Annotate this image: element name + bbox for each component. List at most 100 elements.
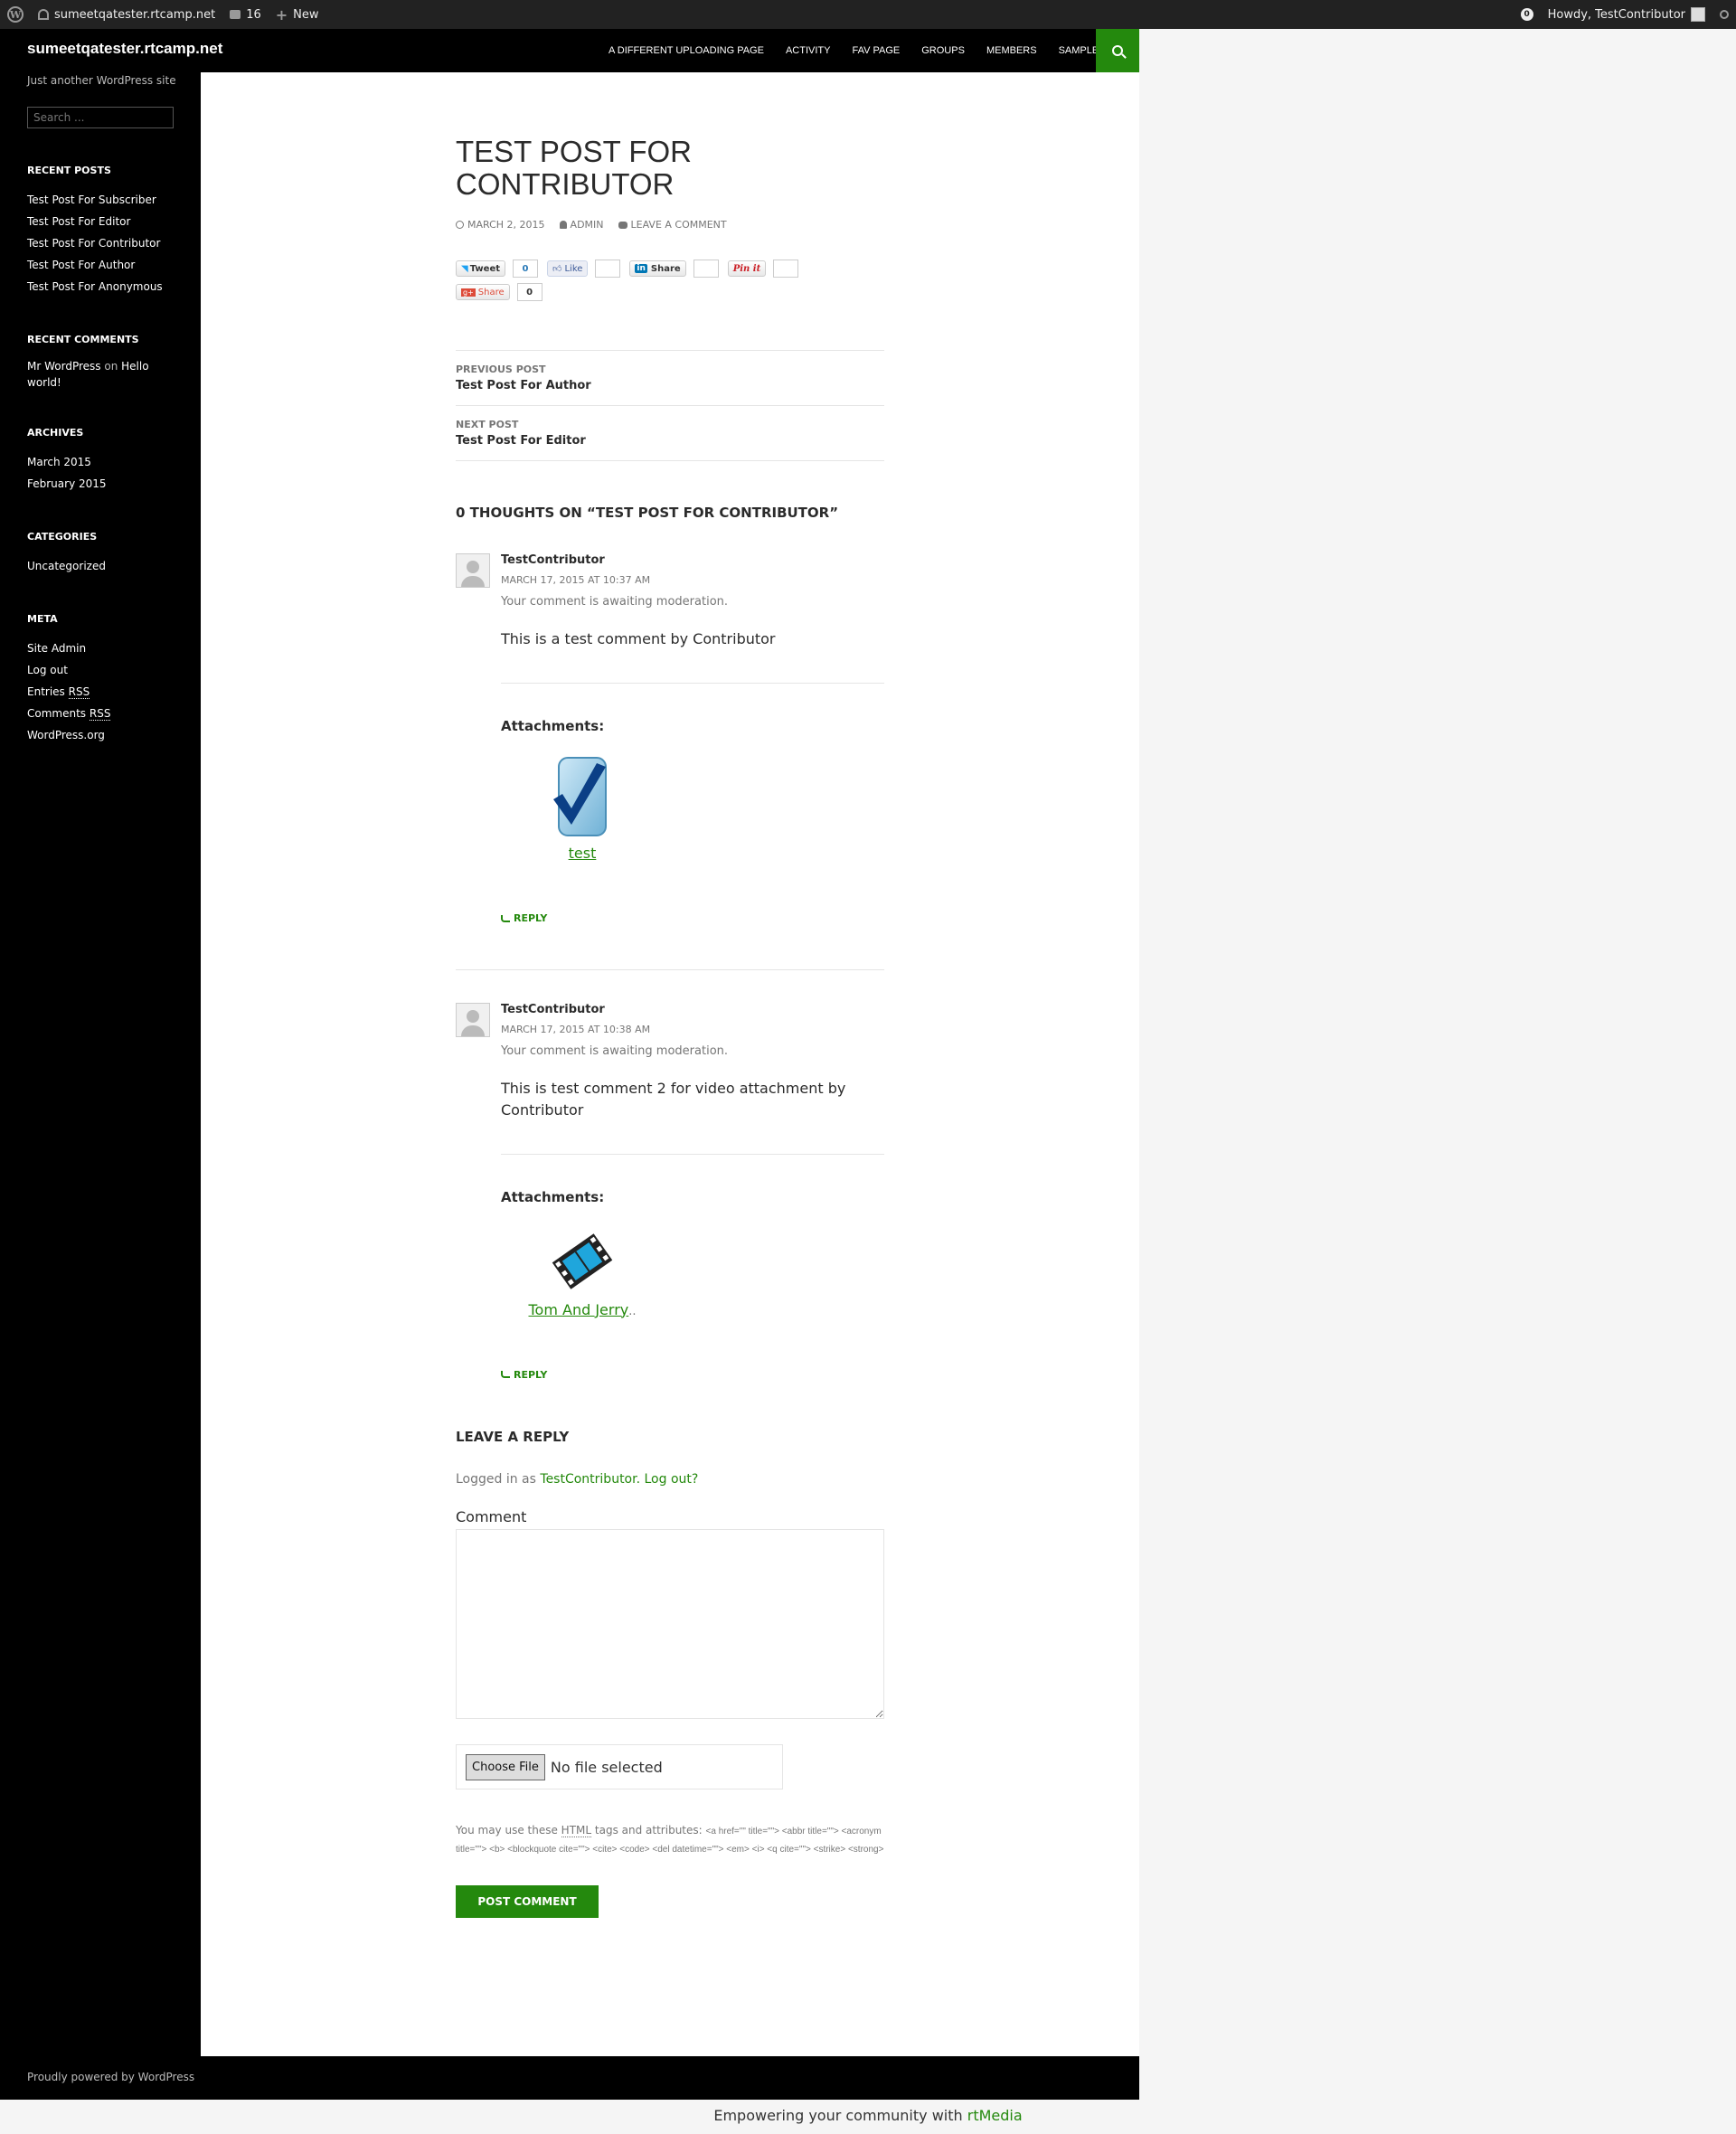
gplus-share-button[interactable]: g+ Share bbox=[456, 284, 510, 300]
reply-icon bbox=[501, 1371, 510, 1378]
person-icon bbox=[559, 221, 567, 229]
sidebar-search-input[interactable] bbox=[27, 107, 174, 128]
profile-link[interactable]: TestContributor bbox=[540, 1472, 636, 1487]
search-toggle-button[interactable] bbox=[1096, 29, 1139, 72]
plus-icon: + bbox=[275, 5, 288, 24]
previous-post-link[interactable]: PREVIOUS POST Test Post For Author bbox=[456, 351, 884, 406]
linkedin-share-button[interactable]: in Share bbox=[629, 260, 686, 277]
sidebar: Just another WordPress site RECENT POSTS… bbox=[27, 72, 181, 746]
admin-bar: W sumeetqatester.rtcamp.net 16 + New 0 H… bbox=[0, 0, 1736, 29]
recent-post-link[interactable]: Test Post For Author bbox=[27, 254, 181, 276]
category-link[interactable]: Uncategorized bbox=[27, 555, 181, 577]
post-comment-button[interactable]: POST COMMENT bbox=[456, 1885, 599, 1918]
admin-new[interactable]: + New bbox=[269, 0, 326, 29]
file-status: No file selected bbox=[550, 1758, 663, 1776]
recent-post-link[interactable]: Test Post For Anonymous bbox=[27, 276, 181, 297]
logout-link[interactable]: Log out? bbox=[645, 1472, 699, 1487]
rtmedia-link[interactable]: rtMedia bbox=[967, 2107, 1023, 2124]
comment-textarea[interactable] bbox=[456, 1529, 884, 1719]
reply-link[interactable]: REPLY bbox=[501, 1369, 547, 1381]
comment-label: Comment bbox=[456, 1508, 527, 1525]
archives-title: ARCHIVES bbox=[27, 427, 84, 439]
post-title: TEST POST FOR CONTRIBUTOR bbox=[456, 135, 692, 201]
recent-post-link[interactable]: Test Post For Contributor bbox=[27, 232, 181, 254]
attachment-item[interactable]: Tom And Jerry.. bbox=[501, 1225, 664, 1318]
thumbs-up-icon: 👍︎ bbox=[552, 264, 562, 274]
meta-entries-rss[interactable]: Entries RSS bbox=[27, 681, 181, 703]
post-date[interactable]: MARCH 2, 2015 bbox=[456, 219, 545, 231]
comment-date[interactable]: MARCH 17, 2015 AT 10:38 AM bbox=[501, 1024, 884, 1035]
twitter-icon: ◥ bbox=[461, 263, 468, 274]
comment-separator bbox=[456, 968, 884, 970]
comment-date[interactable]: MARCH 17, 2015 AT 10:37 AM bbox=[501, 574, 884, 586]
main-content: TEST POST FOR CONTRIBUTOR MARCH 2, 2015 … bbox=[456, 72, 884, 1918]
comment-item: TestContributor MARCH 17, 2015 AT 10:38 … bbox=[456, 1002, 884, 1383]
comment-author: TestContributor bbox=[501, 1002, 605, 1016]
post-navigation: PREVIOUS POST Test Post For Author NEXT … bbox=[456, 350, 884, 461]
comment-moderation-note: Your comment is awaiting moderation. bbox=[501, 1043, 729, 1058]
admin-my-account[interactable]: Howdy, TestContributor bbox=[1541, 0, 1712, 29]
divider bbox=[501, 683, 884, 684]
admin-site-name[interactable]: sumeetqatester.rtcamp.net bbox=[31, 0, 222, 29]
recent-post-link[interactable]: Test Post For Editor bbox=[27, 211, 181, 232]
comment-icon bbox=[618, 221, 627, 229]
tweet-count: 0 bbox=[513, 260, 539, 278]
next-post-link[interactable]: NEXT POST Test Post For Editor bbox=[456, 406, 884, 461]
avatar bbox=[456, 1002, 490, 1037]
reply-link[interactable]: REPLY bbox=[501, 912, 547, 924]
share-buttons: ◥ Tweet 0 👍︎ Like in Share Pin it g+ Share 0 bbox=[456, 260, 854, 301]
choose-file-button[interactable]: Choose File bbox=[466, 1753, 545, 1780]
divider bbox=[501, 1153, 884, 1155]
comments-title: 0 THOUGHTS ON “TEST POST FOR CONTRIBUTOR… bbox=[456, 505, 839, 521]
reply-icon bbox=[501, 914, 510, 922]
search-icon bbox=[1720, 10, 1729, 19]
avatar bbox=[456, 553, 490, 588]
attachments-title: Attachments: bbox=[501, 1188, 605, 1205]
gplus-count: 0 bbox=[516, 283, 542, 301]
meta-log-out[interactable]: Log out bbox=[27, 659, 181, 681]
site-footer: Proudly powered by WordPress bbox=[0, 2056, 1139, 2100]
site-title[interactable]: sumeetqatester.rtcamp.net bbox=[27, 40, 222, 58]
admin-search[interactable] bbox=[1712, 0, 1736, 29]
leave-reply-title: LEAVE A REPLY bbox=[456, 1429, 570, 1445]
meta-site-admin[interactable]: Site Admin bbox=[27, 637, 181, 659]
archive-link[interactable]: March 2015 bbox=[27, 451, 181, 473]
primary-navigation: A DIFFERENT UPLOADING PAGE ACTIVITY FAV … bbox=[598, 29, 1139, 72]
categories-list: Uncategorized bbox=[27, 555, 181, 577]
search-icon bbox=[1112, 45, 1123, 56]
wordpress-logo-icon[interactable]: W bbox=[0, 0, 31, 29]
facebook-like-button[interactable]: 👍︎ Like bbox=[547, 260, 589, 277]
attachment-link[interactable]: Tom And Jerry bbox=[528, 1301, 628, 1318]
nav-item-activity[interactable]: ACTIVITY bbox=[775, 45, 842, 56]
tweet-button[interactable]: ◥ Tweet bbox=[456, 260, 506, 277]
admin-comments[interactable]: 16 bbox=[222, 0, 269, 29]
attachment-item[interactable]: test bbox=[501, 754, 664, 862]
post-author[interactable]: ADMIN bbox=[559, 219, 604, 231]
notification-count: 0 bbox=[1520, 8, 1533, 21]
meta-comments-rss[interactable]: Comments RSS bbox=[27, 703, 181, 724]
file-upload-field: Choose File No file selected bbox=[456, 1744, 783, 1789]
admin-notifications[interactable]: 0 bbox=[1514, 0, 1541, 29]
archive-link[interactable]: February 2015 bbox=[27, 473, 181, 495]
comment-text: This is test comment 2 for video attachm… bbox=[501, 1079, 846, 1119]
footer-credit[interactable]: Proudly powered by WordPress bbox=[27, 2071, 194, 2083]
logged-in-as: Logged in as TestContributor. Log out? bbox=[456, 1472, 699, 1487]
nav-item-uploading-page[interactable]: A DIFFERENT UPLOADING PAGE bbox=[598, 45, 775, 56]
pinterest-button[interactable]: Pin it bbox=[727, 260, 767, 277]
meta-wordpress-org[interactable]: WordPress.org bbox=[27, 724, 181, 746]
nav-item-fav-page[interactable]: FAV PAGE bbox=[841, 45, 910, 56]
like-count bbox=[595, 260, 621, 278]
nav-item-groups[interactable]: GROUPS bbox=[910, 45, 976, 56]
post-meta: MARCH 2, 2015 ADMIN LEAVE A COMMENT bbox=[456, 219, 884, 231]
attachment-link[interactable]: test bbox=[569, 845, 597, 862]
recent-post-link[interactable]: Test Post For Subscriber bbox=[27, 189, 181, 211]
recent-comment-item: Mr WordPress on Hello world! bbox=[27, 360, 149, 389]
comment-text: This is a test comment by Contributor bbox=[501, 630, 776, 647]
leave-comment-link[interactable]: LEAVE A COMMENT bbox=[618, 219, 727, 231]
archives-list: March 2015 February 2015 bbox=[27, 451, 181, 495]
recent-comment-author[interactable]: Mr WordPress bbox=[27, 360, 101, 373]
attachments-title: Attachments: bbox=[501, 718, 605, 734]
nav-item-members[interactable]: MEMBERS bbox=[976, 45, 1048, 56]
allowed-tags-note: You may use these HTML tags and attribut… bbox=[456, 1824, 884, 1855]
video-film-icon bbox=[552, 1232, 613, 1289]
